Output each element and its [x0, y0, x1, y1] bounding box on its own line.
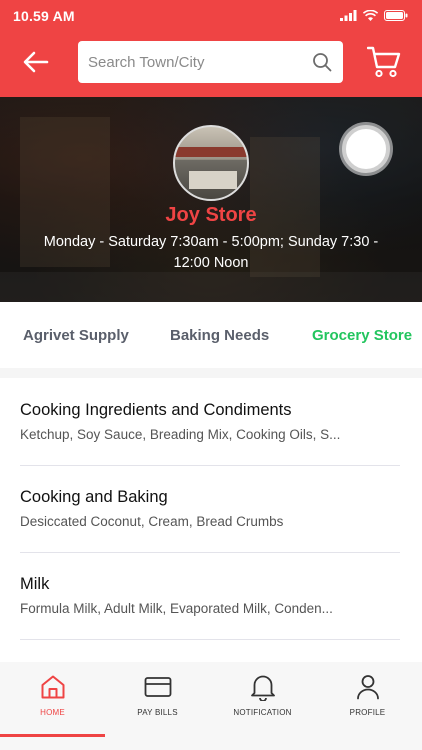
user-icon [353, 672, 383, 702]
category-title: Milk [20, 575, 50, 593]
category-title: Cooking and Baking [20, 488, 168, 506]
search-input[interactable] [88, 53, 311, 71]
cart-button[interactable] [366, 44, 402, 80]
category-items: Desiccated Coconut, Cream, Bread Crumbs [20, 514, 284, 529]
tab-grocery-store[interactable]: Grocery Store [312, 327, 412, 344]
home-icon [38, 672, 68, 702]
nav-pay-bills[interactable]: PAY BILLS [105, 662, 210, 750]
nav-profile[interactable]: PROFILE [315, 662, 420, 750]
app-header: 10.59 AM [0, 0, 422, 97]
nav-label: NOTIFICATION [233, 708, 292, 717]
arrow-left-icon [23, 51, 49, 73]
list-item[interactable]: Milk Formula Milk, Adult Milk, Evaporate… [20, 574, 400, 618]
nav-label: PROFILE [349, 708, 386, 717]
nav-active-indicator [0, 734, 105, 737]
list-item[interactable]: Cooking and Baking Desiccated Coconut, C… [20, 487, 400, 531]
list-divider [20, 552, 400, 553]
category-tabs: Agrivet Supply Baking Needs Grocery Stor… [0, 302, 422, 368]
category-items: Formula Milk, Adult Milk, Evaporated Mil… [20, 601, 333, 616]
nav-label: PAY BILLS [137, 708, 178, 717]
list-divider [20, 639, 400, 640]
status-bar: 10.59 AM [0, 0, 422, 30]
list-divider [20, 465, 400, 466]
tab-baking-needs[interactable]: Baking Needs [170, 327, 269, 344]
store-name: Joy Store [165, 204, 257, 226]
tab-agrivet-supply[interactable]: Agrivet Supply [23, 327, 129, 344]
nav-label: HOME [40, 708, 65, 717]
wifi-icon [363, 9, 378, 21]
back-button[interactable] [20, 46, 52, 78]
store-hours: Monday - Saturday 7:30am - 5:00pm; Sunda… [43, 234, 379, 271]
banner-floor-decor [0, 272, 422, 302]
storefront-awning [175, 147, 247, 157]
category-title: Cooking Ingredients and Condiments [20, 401, 292, 419]
list-item[interactable]: Cooking Ingredients and Condiments Ketch… [20, 400, 400, 444]
status-time: 10.59 AM [13, 8, 75, 24]
status-icons [340, 9, 408, 21]
storefront-counter [189, 171, 237, 189]
search-icon[interactable] [311, 51, 333, 73]
category-items: Ketchup, Soy Sauce, Breading Mix, Cookin… [20, 427, 341, 442]
store-banner: Joy Store Monday - Saturday 7:30am - 5:0… [0, 97, 422, 302]
signal-icon [340, 9, 357, 21]
search-box [78, 41, 343, 83]
cart-icon [367, 46, 401, 78]
nav-notification[interactable]: NOTIFICATION [210, 662, 315, 750]
header-row [0, 40, 422, 84]
section-divider [0, 368, 422, 378]
bell-icon [248, 672, 278, 702]
card-icon [143, 672, 173, 702]
battery-icon [384, 9, 408, 21]
store-avatar [173, 125, 249, 201]
favorite-toggle[interactable] [342, 125, 390, 173]
